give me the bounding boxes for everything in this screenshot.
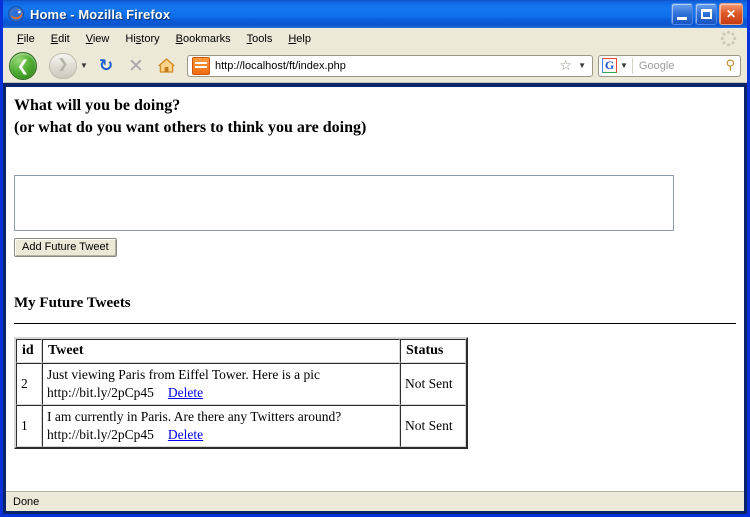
menu-item-help[interactable]: Help <box>280 31 319 47</box>
add-future-tweet-button[interactable]: Add Future Tweet <box>14 238 117 257</box>
page-title: What will you be doing? <box>14 97 181 114</box>
tweet-url: http://bit.ly/2pCp45 <box>47 427 154 442</box>
search-input[interactable]: Google <box>633 60 726 72</box>
maximize-button[interactable] <box>695 3 717 25</box>
minimize-button[interactable] <box>671 3 693 25</box>
menu-item-file[interactable]: File <box>9 31 43 47</box>
cell-id: 2 <box>16 363 42 405</box>
navigation-toolbar: ❮ ❯ ▼ ↻ ✕ http://localhost/ft/index.php … <box>3 49 747 83</box>
menu-item-tools[interactable]: Tools <box>239 31 281 47</box>
future-tweets-table: id Tweet Status 2 Just viewing Paris fro… <box>14 337 468 449</box>
cell-status: Not Sent <box>400 363 466 405</box>
address-dropdown-icon[interactable]: ▼ <box>578 61 592 70</box>
cell-tweet: Just viewing Paris from Eiffel Tower. He… <box>42 363 400 405</box>
close-icon: ✕ <box>725 7 737 21</box>
back-arrow-icon: ❮ <box>16 56 30 75</box>
address-bar-text[interactable]: http://localhost/ft/index.php <box>215 60 556 72</box>
bookmark-star-icon[interactable]: ☆ <box>556 58 579 74</box>
tweets-list-title: My Future Tweets <box>14 295 131 311</box>
tweet-url: http://bit.ly/2pCp45 <box>47 385 154 400</box>
browser-chrome: File Edit View History Bookmarks Tools H… <box>3 28 747 83</box>
delete-link[interactable]: Delete <box>168 385 203 400</box>
page-favicon-icon <box>192 56 210 75</box>
cell-status: Not Sent <box>400 405 466 447</box>
browser-window: Home - Mozilla Firefox ✕ File Edit View … <box>0 0 750 517</box>
firefox-icon <box>7 5 25 23</box>
column-header-id: id <box>16 339 42 363</box>
stop-icon: ✕ <box>128 54 144 77</box>
tweet-text: I am currently in Paris. Are there any T… <box>47 409 342 424</box>
home-icon <box>157 58 175 73</box>
title-bar: Home - Mozilla Firefox ✕ <box>3 0 747 28</box>
cell-tweet: I am currently in Paris. Are there any T… <box>42 405 400 447</box>
table-row: 2 Just viewing Paris from Eiffel Tower. … <box>16 363 466 405</box>
stop-button[interactable]: ✕ <box>121 52 151 80</box>
forward-button[interactable]: ❯ <box>49 52 77 79</box>
page-subtitle: (or what do you want others to think you… <box>14 119 367 136</box>
page-viewport: What will you be doing? (or what do you … <box>6 87 744 491</box>
tweet-text: Just viewing Paris from Eiffel Tower. He… <box>47 367 320 382</box>
reload-icon: ↻ <box>98 55 114 76</box>
status-text: Done <box>13 495 40 508</box>
search-engine-dropdown-icon[interactable]: ▼ <box>619 61 632 70</box>
menu-item-history[interactable]: History <box>117 31 167 47</box>
cell-id: 1 <box>16 405 42 447</box>
menu-item-bookmarks[interactable]: Bookmarks <box>168 31 239 47</box>
window-title: Home - Mozilla Firefox <box>30 6 171 22</box>
table-header-row: id Tweet Status <box>16 339 466 363</box>
close-button[interactable]: ✕ <box>719 3 743 25</box>
forward-arrow-icon: ❯ <box>57 56 69 72</box>
address-bar[interactable]: http://localhost/ft/index.php ☆ ▼ <box>187 54 593 77</box>
menu-bar: File Edit View History Bookmarks Tools H… <box>3 28 747 49</box>
status-bar: Done <box>6 491 744 511</box>
table-row: 1 I am currently in Paris. Are there any… <box>16 405 466 447</box>
search-bar[interactable]: G ▼ Google ⚲ <box>598 54 741 77</box>
reload-button[interactable]: ↻ <box>91 52 121 80</box>
throbber-icon <box>720 30 737 47</box>
tweet-textarea[interactable] <box>14 175 674 231</box>
nav-history-dropdown[interactable]: ▼ <box>77 61 91 70</box>
back-button[interactable]: ❮ <box>9 51 47 80</box>
search-magnifier-icon[interactable]: ⚲ <box>725 58 740 73</box>
menu-item-view[interactable]: View <box>78 31 118 47</box>
section-divider <box>14 323 736 324</box>
delete-link[interactable]: Delete <box>168 427 203 442</box>
window-controls: ✕ <box>671 3 745 25</box>
column-header-status: Status <box>400 339 466 363</box>
google-logo-icon: G <box>602 58 617 73</box>
menu-item-edit[interactable]: Edit <box>43 31 78 47</box>
column-header-tweet: Tweet <box>42 339 400 363</box>
home-button[interactable] <box>151 52 181 80</box>
